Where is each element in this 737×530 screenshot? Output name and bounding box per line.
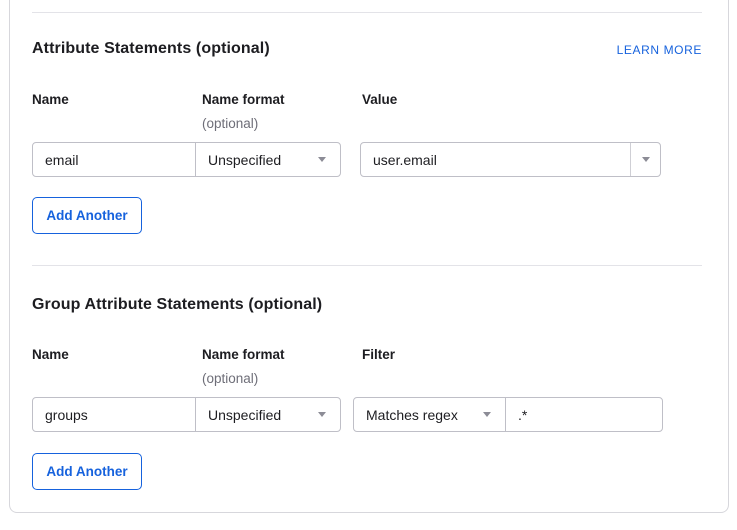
add-another-button[interactable]: Add Another [32,453,142,490]
column-header-name: Name [32,347,69,362]
attribute-name-format-select[interactable]: Unspecified [195,142,341,177]
chevron-down-icon [318,412,326,417]
attribute-statements-title: Attribute Statements (optional) [32,40,270,58]
column-header-name-format: Name format [202,92,285,107]
group-name-format-value: Unspecified [208,407,281,423]
column-header-name: Name [32,92,69,107]
attribute-name-input[interactable] [32,142,196,177]
group-filter-type-select[interactable]: Matches regex [353,397,506,432]
group-filter-value-input[interactable] [505,397,663,432]
name-format-optional-hint: (optional) [202,116,258,131]
section-divider [32,265,702,266]
attribute-value-input[interactable] [361,143,630,176]
chevron-down-icon [483,412,491,417]
add-another-button[interactable]: Add Another [32,197,142,234]
group-filter-type-value: Matches regex [366,407,458,423]
settings-card [9,0,729,513]
learn-more-link[interactable]: LEARN MORE [402,43,702,57]
group-attribute-statements-title: Group Attribute Statements (optional) [32,296,322,314]
group-name-format-select[interactable]: Unspecified [195,397,341,432]
column-header-value: Value [362,92,397,107]
group-attribute-name-input[interactable] [32,397,196,432]
name-format-optional-hint: (optional) [202,371,258,386]
chevron-down-icon [642,157,650,162]
attribute-name-format-value: Unspecified [208,152,281,168]
attribute-value-dropdown-button[interactable] [630,143,660,176]
section-divider [32,12,702,13]
column-header-filter: Filter [362,347,395,362]
saml-settings-page: Attribute Statements (optional) LEARN MO… [0,0,737,530]
chevron-down-icon [318,157,326,162]
attribute-value-combo [360,142,661,177]
column-header-name-format: Name format [202,347,285,362]
